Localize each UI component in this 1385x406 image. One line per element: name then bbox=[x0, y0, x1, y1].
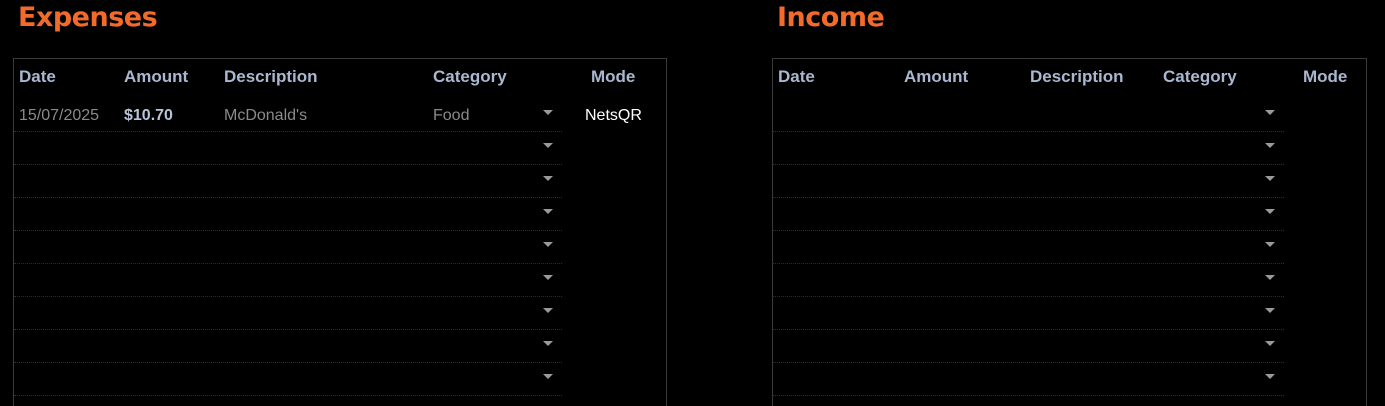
category-dropdown-arrow-icon[interactable] bbox=[1265, 374, 1275, 379]
category-dropdown-arrow-icon[interactable] bbox=[1265, 275, 1275, 280]
table-row bbox=[773, 363, 1284, 396]
category-dropdown-arrow-icon[interactable] bbox=[1265, 143, 1275, 148]
expenses-title: Expenses bbox=[18, 2, 158, 33]
amount-cell[interactable]: $10.70 bbox=[124, 107, 173, 125]
category-cell[interactable]: Food bbox=[433, 107, 469, 125]
table-row bbox=[773, 264, 1284, 297]
expenses-header-date: Date bbox=[19, 67, 56, 86]
table-row bbox=[14, 231, 562, 264]
category-dropdown-arrow-icon[interactable] bbox=[1265, 242, 1275, 247]
expenses-table: Date Amount Description Category Mode 15… bbox=[13, 58, 667, 406]
category-dropdown-arrow-icon[interactable] bbox=[543, 275, 553, 280]
table-row bbox=[14, 165, 562, 198]
table-row bbox=[773, 330, 1284, 363]
table-row: 15/07/2025 $10.70 McDonald's Food NetsQR bbox=[14, 99, 642, 132]
category-dropdown-arrow-icon[interactable] bbox=[543, 242, 553, 247]
category-dropdown-arrow-icon[interactable] bbox=[543, 209, 553, 214]
category-dropdown-arrow-icon[interactable] bbox=[543, 143, 553, 148]
category-dropdown-arrow-icon[interactable] bbox=[1265, 341, 1275, 346]
expenses-header-mode: Mode bbox=[591, 67, 636, 86]
date-cell[interactable]: 15/07/2025 bbox=[19, 107, 99, 125]
table-row bbox=[773, 231, 1284, 264]
table-row bbox=[14, 132, 562, 165]
income-header-row: Date Amount Description Category Mode bbox=[773, 59, 1366, 97]
table-row bbox=[14, 198, 562, 231]
description-cell[interactable]: McDonald's bbox=[224, 107, 307, 125]
table-row bbox=[773, 132, 1284, 165]
category-dropdown-arrow-icon[interactable] bbox=[1265, 308, 1275, 313]
category-dropdown-arrow-icon[interactable] bbox=[1265, 110, 1275, 115]
expenses-header-amount: Amount bbox=[124, 67, 189, 86]
table-row bbox=[773, 297, 1284, 330]
income-header-category: Category bbox=[1163, 67, 1237, 86]
expenses-header-row: Date Amount Description Category Mode bbox=[14, 59, 666, 97]
category-dropdown-arrow-icon[interactable] bbox=[543, 374, 553, 379]
income-title: Income bbox=[777, 2, 885, 33]
expenses-header-description: Description bbox=[224, 67, 318, 86]
table-row bbox=[773, 99, 1284, 132]
table-row bbox=[14, 363, 562, 396]
table-row bbox=[14, 264, 562, 297]
income-header-description: Description bbox=[1030, 67, 1124, 86]
category-dropdown-arrow-icon[interactable] bbox=[1265, 176, 1275, 181]
category-dropdown-arrow-icon[interactable] bbox=[543, 341, 553, 346]
category-dropdown-arrow-icon[interactable] bbox=[543, 308, 553, 313]
income-header-date: Date bbox=[778, 67, 815, 86]
income-header-amount: Amount bbox=[904, 67, 969, 86]
table-row bbox=[773, 198, 1284, 231]
table-row bbox=[14, 297, 562, 330]
category-dropdown-arrow-icon[interactable] bbox=[1265, 209, 1275, 214]
table-row bbox=[773, 165, 1284, 198]
category-dropdown-arrow-icon[interactable] bbox=[543, 176, 553, 181]
income-header-mode: Mode bbox=[1303, 67, 1348, 86]
income-table: Date Amount Description Category Mode bbox=[772, 58, 1367, 406]
expenses-header-category: Category bbox=[433, 67, 507, 86]
category-dropdown-arrow-icon[interactable] bbox=[543, 110, 553, 115]
table-row bbox=[14, 330, 562, 363]
mode-cell[interactable]: NetsQR bbox=[585, 107, 642, 125]
